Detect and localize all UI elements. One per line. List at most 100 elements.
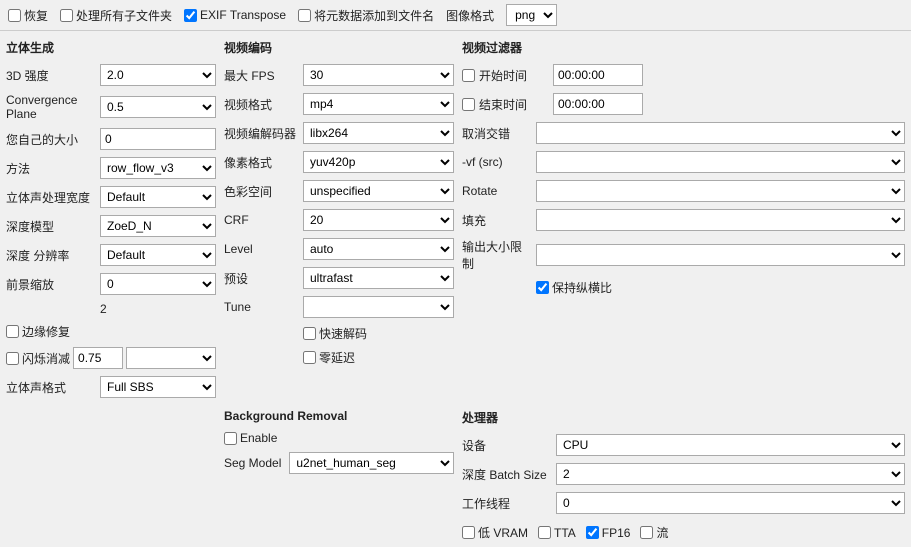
self-size-input[interactable] xyxy=(100,128,216,150)
image-format-select[interactable]: png xyxy=(506,4,557,26)
max-fps-select[interactable]: 30 xyxy=(303,64,454,86)
flicker-input[interactable] xyxy=(73,347,123,369)
stereo-fmt-label: 立体声格式 xyxy=(6,379,96,396)
tune-row: Tune xyxy=(224,296,454,318)
video-encoding-col: 视频编码 最大 FPS 30 视频格式 mp4 视频编解码器 libx264 像… xyxy=(224,39,454,401)
process-subfolders-text: 处理所有子文件夹 xyxy=(76,7,172,24)
crf-select[interactable]: 20 xyxy=(303,209,454,231)
bg-enable-checkbox[interactable] xyxy=(224,432,237,445)
fast-decode-row: 快速解码 xyxy=(303,325,454,342)
video-filter-col: 视频过滤器 开始时间 结束时间 取消交错 -vf (src) Rotate xyxy=(462,39,905,401)
level-select[interactable]: auto xyxy=(303,238,454,260)
restore-checkbox-label[interactable]: 恢复 xyxy=(8,7,48,24)
workers-row: 工作线程 0 xyxy=(462,492,905,514)
workers-label: 工作线程 xyxy=(462,495,552,512)
zero-latency-checkbox[interactable] xyxy=(303,351,316,364)
exif-transpose-text: EXIF Transpose xyxy=(200,8,286,22)
start-time-input[interactable] xyxy=(553,64,643,86)
fast-decode-checkbox[interactable] xyxy=(303,327,316,340)
start-time-checkbox[interactable] xyxy=(462,69,475,82)
preset-label: 预设 xyxy=(224,270,299,287)
output-limit-label: 输出大小限制 xyxy=(462,238,532,272)
process-subfolders-checkbox[interactable] xyxy=(60,9,73,22)
rotate-label: Rotate xyxy=(462,184,532,198)
exif-transpose-label[interactable]: EXIF Transpose xyxy=(184,8,286,22)
deinterlace-select[interactable] xyxy=(536,122,905,144)
stream-label[interactable]: 流 xyxy=(640,524,668,541)
vf-src-label: -vf (src) xyxy=(462,155,532,169)
restore-checkbox[interactable] xyxy=(8,9,21,22)
rotate-select[interactable] xyxy=(536,180,905,202)
depth-res-label: 深度 分辨率 xyxy=(6,247,96,264)
depth-model-row: 深度模型 ZoeD_N xyxy=(6,215,216,237)
stream-checkbox[interactable] xyxy=(640,526,653,539)
video-encoding-title: 视频编码 xyxy=(224,39,454,56)
output-limit-row: 输出大小限制 xyxy=(462,238,905,272)
fp16-label[interactable]: FP16 xyxy=(586,526,631,540)
add-meta-checkbox[interactable] xyxy=(298,9,311,22)
fill-select[interactable] xyxy=(536,209,905,231)
stereo-width-label: 立体声处理宽度 xyxy=(6,189,96,206)
fg-scale-select[interactable]: 0 xyxy=(100,273,216,295)
crf-row: CRF 20 xyxy=(224,209,454,231)
fp16-checkbox[interactable] xyxy=(586,526,599,539)
stereo-fmt-row: 立体声格式 Full SBS xyxy=(6,376,216,398)
stereo-width-row: 立体声处理宽度 Default xyxy=(6,186,216,208)
depth-model-select[interactable]: ZoeD_N xyxy=(100,215,216,237)
stereo-gen-col: 立体生成 3D 强度 2.0 Convergence Plane 0.5 您自己… xyxy=(6,39,216,401)
exif-transpose-checkbox[interactable] xyxy=(184,9,197,22)
fg-scale-row: 前景缩放 0 xyxy=(6,273,216,295)
end-time-label: 结束时间 xyxy=(479,96,549,113)
self-size-label: 您自己的大小 xyxy=(6,131,96,148)
method-select[interactable]: row_flow_v3 xyxy=(100,157,216,179)
max-fps-label: 最大 FPS xyxy=(224,67,299,84)
preset-row: 预设 ultrafast xyxy=(224,267,454,289)
seg-model-select[interactable]: u2net_human_seg xyxy=(289,452,454,474)
pixel-fmt-select[interactable]: yuv420p xyxy=(303,151,454,173)
pixel-fmt-label: 像素格式 xyxy=(224,154,299,171)
vf-src-select[interactable] xyxy=(536,151,905,173)
method-row: 方法 row_flow_v3 xyxy=(6,157,216,179)
edge-repair-label: 边缘修复 xyxy=(22,323,70,340)
preset-select[interactable]: ultrafast xyxy=(303,267,454,289)
batch-size-label: 深度 Batch Size xyxy=(462,466,552,483)
tta-checkbox[interactable] xyxy=(538,526,551,539)
self-size-spin[interactable] xyxy=(100,128,216,150)
workers-select[interactable]: 0 xyxy=(556,492,905,514)
video-fmt-select[interactable]: mp4 xyxy=(303,93,454,115)
flicker-select[interactable] xyxy=(126,347,216,369)
end-time-checkbox[interactable] xyxy=(462,98,475,111)
tune-label: Tune xyxy=(224,300,299,314)
process-subfolders-label[interactable]: 处理所有子文件夹 xyxy=(60,7,172,24)
deinterlace-row: 取消交错 xyxy=(462,122,905,144)
depth-res-select[interactable]: Default xyxy=(100,244,216,266)
device-row: 设备 CPU xyxy=(462,434,905,456)
strength-select[interactable]: 2.0 xyxy=(100,64,216,86)
bg-enable-label: Enable xyxy=(240,431,277,445)
video-codec-select[interactable]: libx264 xyxy=(303,122,454,144)
tune-select[interactable] xyxy=(303,296,454,318)
low-vram-checkbox[interactable] xyxy=(462,526,475,539)
flicker-checkbox[interactable] xyxy=(6,352,19,365)
keep-ratio-checkbox[interactable] xyxy=(536,281,549,294)
bg-removal-title: Background Removal xyxy=(224,409,454,423)
edge-repair-checkbox[interactable] xyxy=(6,325,19,338)
pixel-fmt-row: 像素格式 yuv420p xyxy=(224,151,454,173)
stereo-gen-title: 立体生成 xyxy=(6,39,216,56)
color-space-select[interactable]: unspecified xyxy=(303,180,454,202)
output-limit-select[interactable] xyxy=(536,244,905,266)
convergence-select[interactable]: 0.5 xyxy=(100,96,216,118)
tta-label[interactable]: TTA xyxy=(538,526,576,540)
stereo-fmt-select[interactable]: Full SBS xyxy=(100,376,216,398)
main-content: 立体生成 3D 强度 2.0 Convergence Plane 0.5 您自己… xyxy=(0,31,911,409)
batch-size-select[interactable]: 2 xyxy=(556,463,905,485)
device-select[interactable]: CPU xyxy=(556,434,905,456)
stereo-width-select[interactable]: Default xyxy=(100,186,216,208)
bottom-row: Background Removal Enable Seg Model u2ne… xyxy=(0,409,911,547)
end-time-input[interactable] xyxy=(553,93,643,115)
convergence-row: Convergence Plane 0.5 xyxy=(6,93,216,121)
add-meta-label[interactable]: 将元数据添加到文件名 xyxy=(298,7,434,24)
low-vram-label[interactable]: 低 VRAM xyxy=(462,524,528,541)
video-fmt-row: 视频格式 mp4 xyxy=(224,93,454,115)
fg-scale-num: 2 xyxy=(100,302,107,316)
